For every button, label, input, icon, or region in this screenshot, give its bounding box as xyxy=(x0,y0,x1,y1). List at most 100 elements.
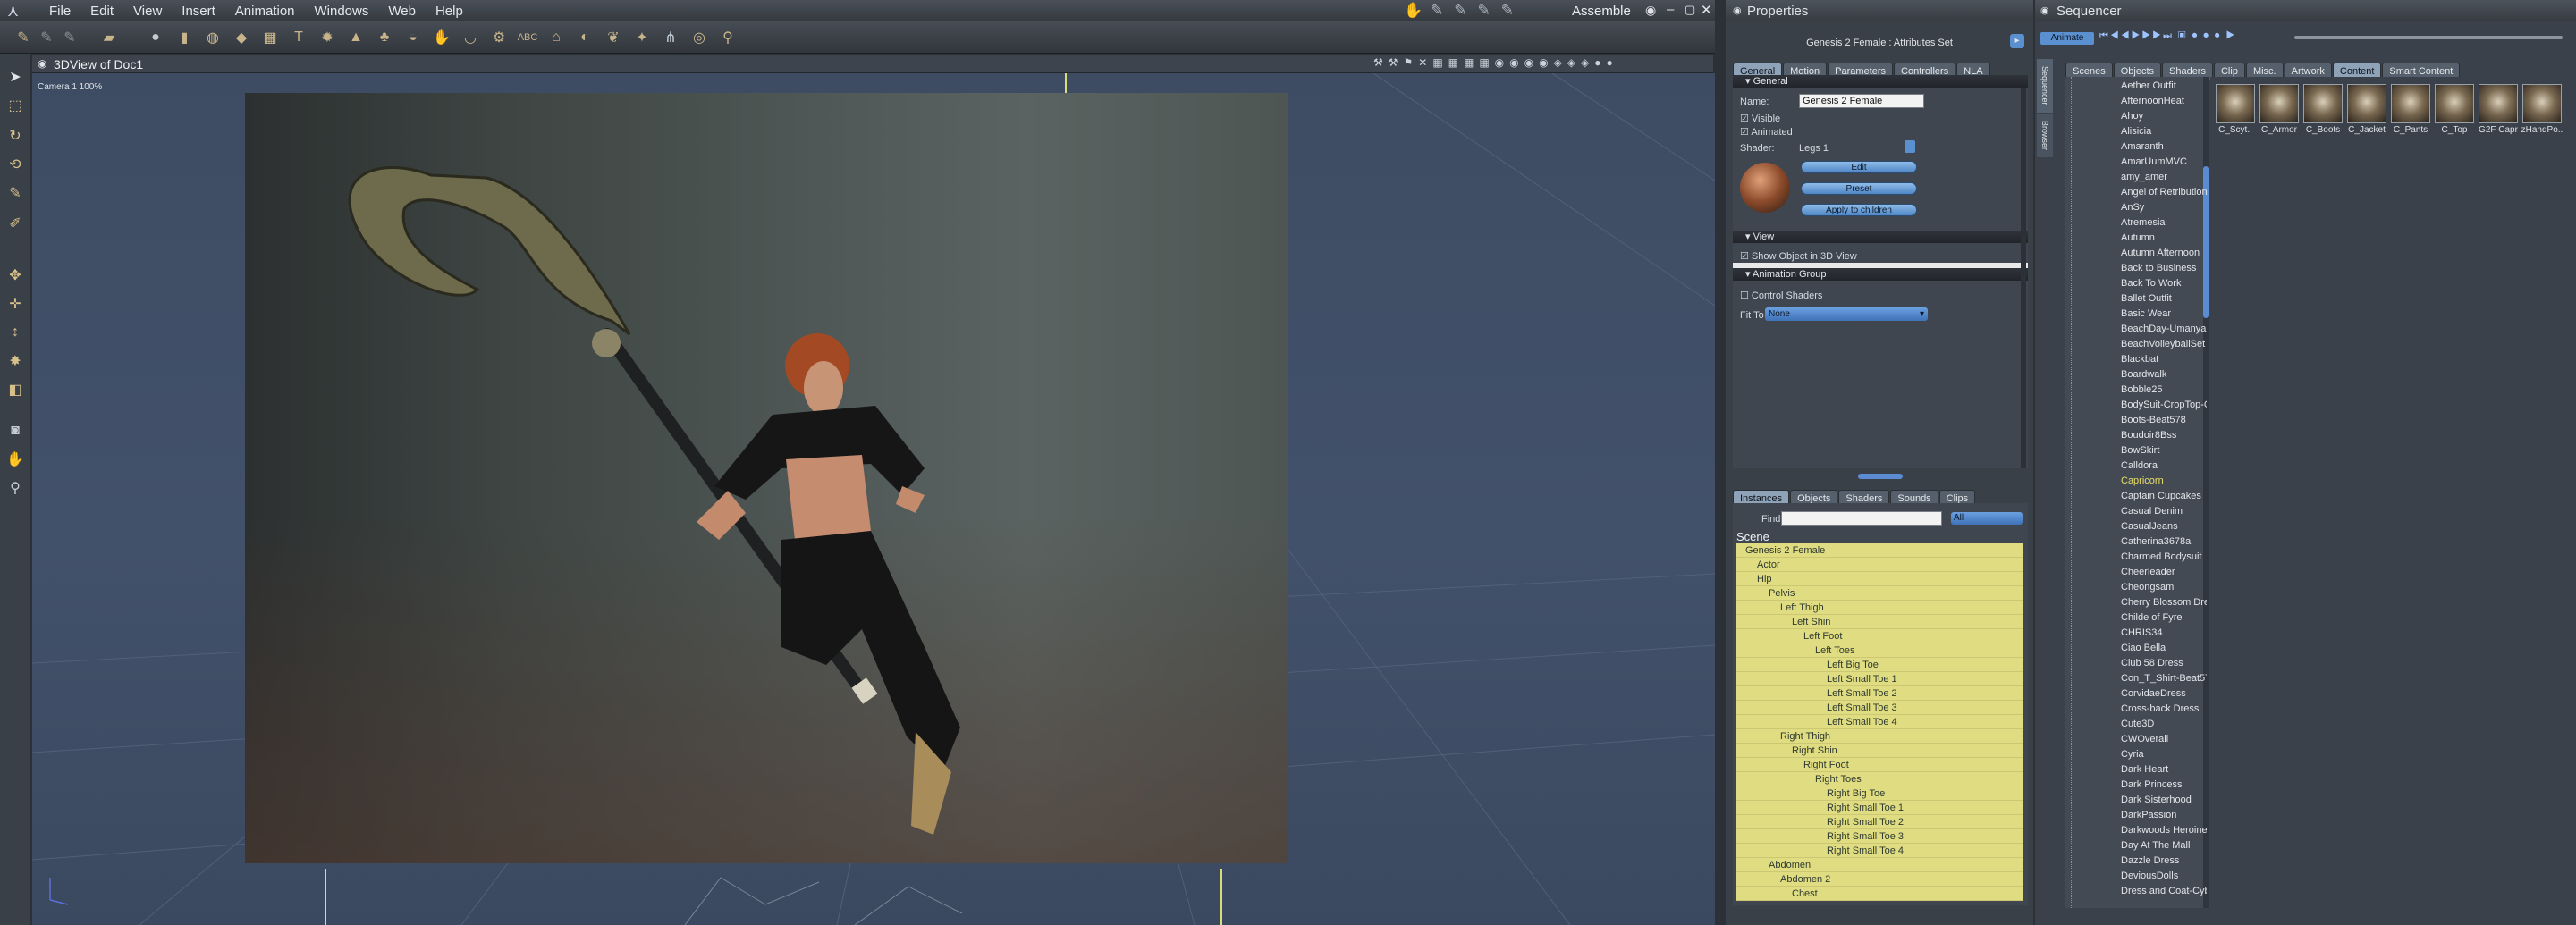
pen-tool-icon[interactable]: ✎ xyxy=(13,27,34,48)
content-thumbnail[interactable] xyxy=(2435,84,2474,123)
scale-icon[interactable]: ✸ xyxy=(4,350,26,372)
gear-icon[interactable]: ⚙ xyxy=(488,27,510,48)
folder-item[interactable]: Autumn xyxy=(2121,231,2207,246)
folder-item[interactable]: Childe of Fyre xyxy=(2121,610,2207,626)
animate-tab[interactable]: Animate xyxy=(2040,32,2094,45)
folder-item[interactable]: Alisicia xyxy=(2121,124,2207,139)
folder-item[interactable]: Dazzle Dress xyxy=(2121,854,2207,869)
sphere-icon[interactable]: ● xyxy=(145,27,166,48)
folder-item[interactable]: Cheerleader xyxy=(2121,565,2207,580)
gear-shape-icon[interactable]: ✹ xyxy=(317,27,338,48)
house-icon[interactable]: ⌂ xyxy=(545,27,567,48)
preset-button[interactable]: Preset xyxy=(1801,182,1917,195)
tree-row[interactable]: Right Thigh xyxy=(1736,729,2023,744)
folder-item[interactable]: AfternoonHeat xyxy=(2121,94,2207,109)
tree-row[interactable]: Left Foot xyxy=(1736,629,2023,643)
folder-item[interactable]: Dress and Coat-Cyb xyxy=(2121,884,2207,899)
folder-item[interactable]: Basic Wear xyxy=(2121,307,2207,322)
folder-item[interactable]: Ballet Outfit xyxy=(2121,291,2207,307)
menu-view[interactable]: View xyxy=(123,4,172,19)
room-label[interactable]: Assemble xyxy=(1572,4,1631,19)
wand-icon[interactable]: ✦ xyxy=(631,27,653,48)
move-xy-icon[interactable]: ✛ xyxy=(4,293,26,315)
filter-dropdown[interactable]: All xyxy=(1951,512,2023,525)
cylinder-icon[interactable]: ▮ xyxy=(173,27,195,48)
find-input[interactable] xyxy=(1781,511,1942,526)
panel-collapse-icon[interactable]: ◉ xyxy=(1733,4,1742,16)
menu-insert[interactable]: Insert xyxy=(172,4,225,19)
folder-item[interactable]: DarkPassion xyxy=(2121,808,2207,823)
maximize-icon[interactable]: ▢ xyxy=(1685,3,1695,17)
visible-checkbox[interactable]: ☑ Visible xyxy=(1740,113,1780,124)
folder-item[interactable]: Dark Princess xyxy=(2121,778,2207,793)
lamp-icon[interactable]: ◐ xyxy=(574,27,595,48)
tree-row[interactable]: Right Shin xyxy=(1736,744,2023,758)
lasso-icon[interactable]: ✎ xyxy=(4,182,26,204)
camera-icon[interactable]: ◙ xyxy=(4,420,26,441)
folder-item[interactable]: Aether Outfit xyxy=(2121,79,2207,94)
show-object-checkbox[interactable]: ☑ Show Object in 3D View xyxy=(1740,250,1857,262)
tree-row[interactable]: Left Thigh xyxy=(1736,601,2023,615)
room-tool-icons[interactable]: ✎✎✎✎ xyxy=(1431,2,1524,20)
folder-item[interactable]: CHRIS34 xyxy=(2121,626,2207,641)
folder-item[interactable]: Dark Heart xyxy=(2121,762,2207,778)
tree-row[interactable]: Right Small Toe 1 xyxy=(1736,801,2023,815)
folder-item[interactable]: Casual Denim xyxy=(2121,504,2207,519)
general-section-header[interactable]: ▾ General xyxy=(1733,75,2028,88)
frame-icon[interactable]: ◧ xyxy=(4,379,26,400)
tree-row[interactable]: Left Small Toe 2 xyxy=(1736,686,2023,701)
properties-scrollbar[interactable] xyxy=(2021,88,2026,468)
select-region-icon[interactable]: ⬚ xyxy=(4,95,26,116)
folder-item[interactable]: Day At The Mall xyxy=(2121,838,2207,854)
cone-icon[interactable]: ▲ xyxy=(345,27,367,48)
tree-row[interactable]: Right Small Toe 2 xyxy=(1736,815,2023,829)
hierarchy-icon[interactable]: ⋔ xyxy=(660,27,681,48)
eye-icon[interactable]: ◉ xyxy=(1645,3,1656,18)
folder-item[interactable]: AnSy xyxy=(2121,200,2207,215)
folder-item[interactable]: BeachDay-Umanyar xyxy=(2121,322,2207,337)
tree-row[interactable]: Genesis 2 Female xyxy=(1736,543,2023,558)
folder-item[interactable]: Cyria xyxy=(2121,747,2207,762)
text-icon[interactable]: T xyxy=(288,27,309,48)
folder-item[interactable]: CWOverall xyxy=(2121,732,2207,747)
menu-help[interactable]: Help xyxy=(426,4,473,19)
eraser-tool-icon[interactable]: ✎ xyxy=(59,27,80,48)
folder-item[interactable]: Back To Work xyxy=(2121,276,2207,291)
tree-row[interactable]: Hip xyxy=(1736,572,2023,586)
folder-item[interactable]: Boots-Beat578 xyxy=(2121,413,2207,428)
sequencer-collapse-icon[interactable]: ◉ xyxy=(2040,4,2049,16)
folder-item[interactable]: CasualJeans xyxy=(2121,519,2207,534)
menu-web[interactable]: Web xyxy=(378,4,426,19)
tree-row[interactable]: Abdomen 2 xyxy=(1736,872,2023,887)
tree-row[interactable]: Left Small Toe 1 xyxy=(1736,672,2023,686)
tree-row[interactable]: Right Small Toe 3 xyxy=(1736,829,2023,844)
sphere-grid-icon[interactable]: ◍ xyxy=(202,27,224,48)
tree-row[interactable]: Right Big Toe xyxy=(1736,786,2023,801)
tree-row[interactable]: Chest xyxy=(1736,887,2023,901)
twist-icon[interactable]: ⟲ xyxy=(4,154,26,175)
tree-icon[interactable]: ♣ xyxy=(374,27,395,48)
folder-item[interactable]: Capricorn xyxy=(2121,474,2207,489)
zoom-icon[interactable]: ⚲ xyxy=(4,477,26,499)
side-tab-sequencer[interactable]: Sequencer xyxy=(2037,59,2053,113)
target-icon[interactable]: ◎ xyxy=(688,27,710,48)
tree-row[interactable]: Left Toes xyxy=(1736,643,2023,658)
folder-item[interactable]: Boardwalk xyxy=(2121,367,2207,383)
timeline-slider[interactable] xyxy=(2294,36,2563,39)
3d-text-icon[interactable]: ABC xyxy=(517,27,538,48)
folder-item[interactable]: BowSkirt xyxy=(2121,443,2207,458)
folder-item[interactable]: BodySuit-CropTop-G xyxy=(2121,398,2207,413)
leaf-icon[interactable]: ❦ xyxy=(603,27,624,48)
folder-item[interactable]: Angel of Retribution xyxy=(2121,185,2207,200)
folder-item[interactable]: Amaranth xyxy=(2121,139,2207,155)
brush-tool-icon[interactable]: ✎ xyxy=(36,27,57,48)
minimize-icon[interactable]: – xyxy=(1667,2,1674,17)
control-shaders-checkbox[interactable]: ☐ Control Shaders xyxy=(1740,290,1822,301)
rotate-icon[interactable]: ↻ xyxy=(4,125,26,147)
tree-row[interactable]: Abdomen xyxy=(1736,858,2023,872)
edit-button[interactable]: Edit xyxy=(1801,161,1917,173)
tree-row[interactable]: Pelvis xyxy=(1736,586,2023,601)
viewport-collapse-icon[interactable]: ◉ xyxy=(38,57,46,70)
folder-item[interactable]: Ciao Bella xyxy=(2121,641,2207,656)
viewport-view-icons[interactable]: ⚒⚒⚑✕▦▦▦▦◉◉◉◉◈◈◈●● xyxy=(1373,56,1618,69)
